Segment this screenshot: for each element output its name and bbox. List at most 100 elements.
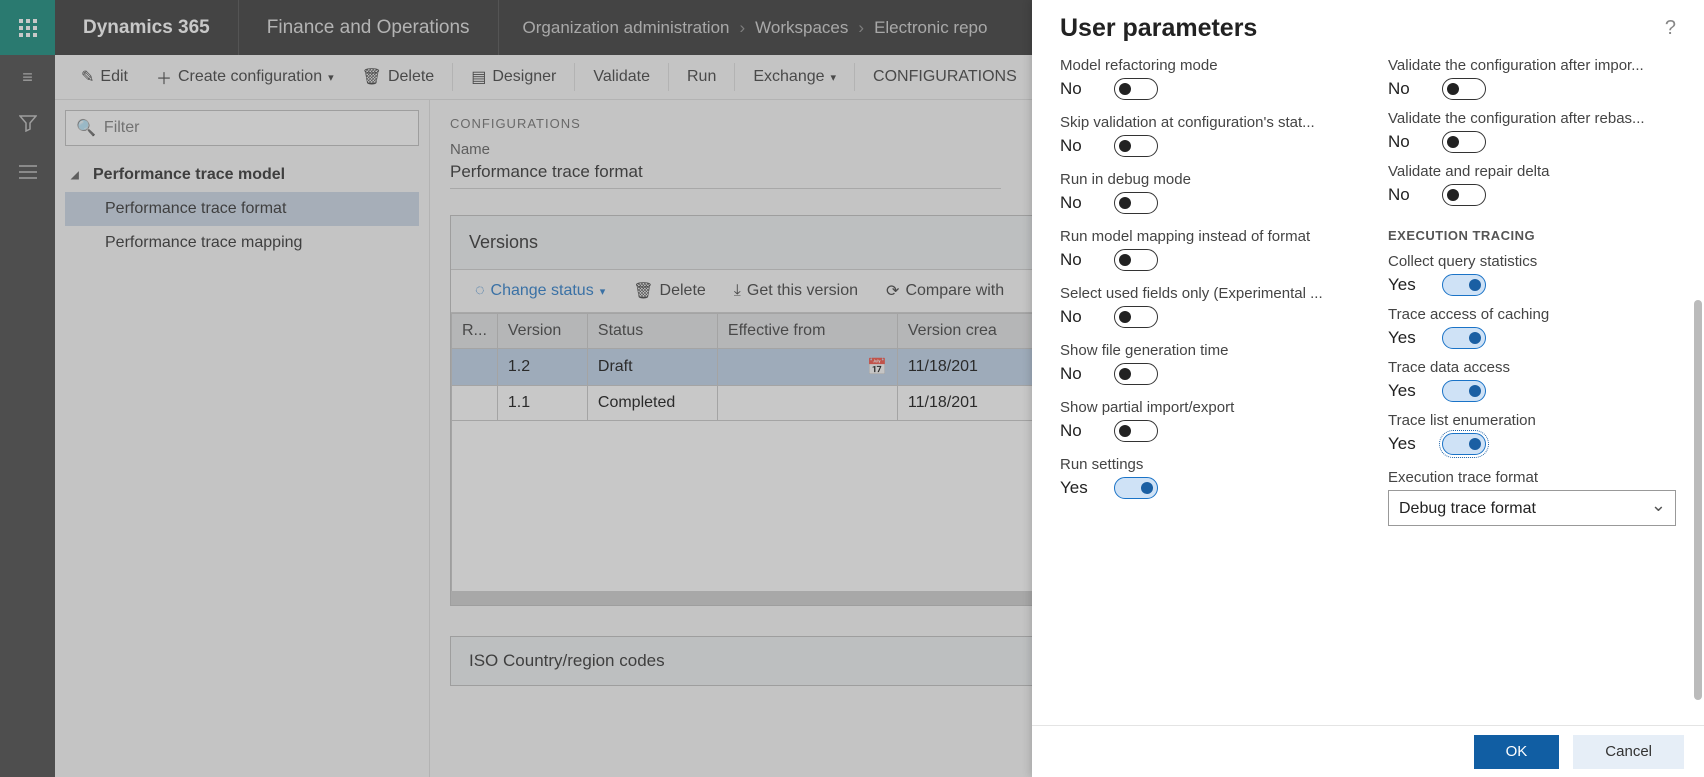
grid-col[interactable]: Status <box>587 314 717 349</box>
chevron-down-icon: ▾ <box>600 285 606 298</box>
validate-button[interactable]: Validate <box>579 55 664 100</box>
param-value: No <box>1060 307 1088 327</box>
calendar-icon: 📅 <box>867 359 887 376</box>
param: Select used fields only (Experimental ..… <box>1060 285 1348 328</box>
tree-item[interactable]: Performance trace mapping <box>65 226 419 260</box>
edit-button[interactable]: ✎Edit <box>67 55 142 100</box>
grid-col[interactable]: Version <box>497 314 587 349</box>
param-value: No <box>1060 364 1088 384</box>
param: Run settingsYes <box>1060 456 1348 499</box>
filter-icon[interactable] <box>19 114 37 137</box>
vertical-scrollbar[interactable] <box>1694 300 1702 700</box>
toggle[interactable] <box>1442 78 1486 100</box>
cell <box>452 349 498 386</box>
trash-icon: 🗑 <box>633 281 653 301</box>
param-label: Trace data access <box>1388 359 1676 376</box>
grid-col[interactable]: Effective from <box>717 314 897 349</box>
designer-icon: ▤ <box>471 67 486 87</box>
param-value: Yes <box>1388 328 1416 348</box>
param: Trace access of caching Yes <box>1388 306 1676 349</box>
list-icon[interactable] <box>19 163 37 184</box>
param: Validate the configuration after impor..… <box>1388 57 1676 100</box>
tree-item-selected[interactable]: Performance trace format <box>65 192 419 226</box>
designer-button[interactable]: ▤Designer <box>457 55 570 100</box>
toggle[interactable] <box>1442 184 1486 206</box>
param-label: Validate the configuration after rebas..… <box>1388 110 1676 127</box>
cell-calendar[interactable]: 📅 <box>717 349 897 386</box>
version-delete-button[interactable]: 🗑Delete <box>619 269 720 313</box>
help-icon[interactable]: ? <box>1665 17 1676 40</box>
configurations-button[interactable]: CONFIGURATIONS <box>859 55 1031 100</box>
field-name: Name Performance trace format <box>450 141 1001 189</box>
param-value: No <box>1060 421 1088 441</box>
chevron-down-icon: ◢ <box>71 170 83 181</box>
field-value[interactable]: Performance trace format <box>450 162 1001 189</box>
chevron-right-icon: › <box>858 18 864 38</box>
waffle-icon[interactable] <box>0 0 55 55</box>
toggle[interactable] <box>1442 327 1486 349</box>
delete-button[interactable]: 🗑Delete <box>348 55 449 100</box>
cell: Completed <box>587 386 717 421</box>
compare-button[interactable]: ⟳Compare with <box>872 269 1018 313</box>
toggle[interactable] <box>1442 433 1486 455</box>
plus-icon: ＋ <box>156 65 172 89</box>
toggle[interactable] <box>1442 274 1486 296</box>
create-config-button[interactable]: ＋Create configuration▾ <box>142 55 348 100</box>
param-value: Yes <box>1388 381 1416 401</box>
refresh-icon: ⟳ <box>886 281 899 301</box>
param-label: Run settings <box>1060 456 1348 473</box>
cell: Draft <box>587 349 717 386</box>
toggle[interactable] <box>1114 306 1158 328</box>
toggle[interactable] <box>1114 135 1158 157</box>
breadcrumb-item[interactable]: Electronic repo <box>874 18 987 38</box>
param: Show partial import/exportNo <box>1060 399 1348 442</box>
param-label: Collect query statistics <box>1388 253 1676 270</box>
param-value: Yes <box>1388 275 1416 295</box>
separator <box>734 63 735 91</box>
param-label: Trace access of caching <box>1388 306 1676 323</box>
toggle[interactable] <box>1442 380 1486 402</box>
param-value: No <box>1388 79 1416 99</box>
breadcrumb-item[interactable]: Organization administration <box>523 18 730 38</box>
param-value: No <box>1060 79 1088 99</box>
param: Validate and repair deltaNo <box>1388 163 1676 206</box>
run-button[interactable]: Run <box>673 55 730 100</box>
breadcrumb-item[interactable]: Workspaces <box>755 18 848 38</box>
toggle[interactable] <box>1114 477 1158 499</box>
filter-input[interactable] <box>104 119 408 137</box>
panel-footer: OK Cancel <box>1032 725 1704 777</box>
param: Show file generation time No <box>1060 342 1348 385</box>
tree-root[interactable]: ◢Performance trace model <box>65 158 419 192</box>
change-status-button[interactable]: ◌Change status▾ <box>461 269 619 313</box>
toggle[interactable] <box>1114 363 1158 385</box>
trace-format-select[interactable]: Debug trace format <box>1388 490 1676 526</box>
grid-col[interactable]: R... <box>452 314 498 349</box>
panel-body: Model refactoring modeNoSkip validation … <box>1032 47 1704 725</box>
ok-button[interactable]: OK <box>1474 735 1560 769</box>
execution-tracing-section: EXECUTION TRACING <box>1388 228 1676 243</box>
user-parameters-panel: User parameters ? Model refactoring mode… <box>1032 0 1704 777</box>
chevron-down-icon: ▾ <box>831 71 837 84</box>
get-version-button[interactable]: ⤓Get this version <box>720 269 872 313</box>
cell <box>452 386 498 421</box>
hamburger-icon[interactable]: ≡ <box>22 67 33 88</box>
exchange-button[interactable]: Exchange▾ <box>739 55 850 100</box>
param: Trace data access Yes <box>1388 359 1676 402</box>
toggle[interactable] <box>1442 131 1486 153</box>
param-value: No <box>1060 193 1088 213</box>
toggle[interactable] <box>1114 249 1158 271</box>
tree-pane: 🔍 ◢Performance trace model Performance t… <box>55 100 430 777</box>
toggle[interactable] <box>1114 78 1158 100</box>
chevron-right-icon: › <box>740 18 746 38</box>
param-value: No <box>1060 136 1088 156</box>
param-label: Show file generation time <box>1060 342 1348 359</box>
download-icon: ⤓ <box>734 282 741 300</box>
filter-box[interactable]: 🔍 <box>65 110 419 146</box>
toggle[interactable] <box>1114 192 1158 214</box>
chevron-down-icon: ▾ <box>328 71 334 84</box>
toggle[interactable] <box>1114 420 1158 442</box>
param: Run model mapping instead of formatNo <box>1060 228 1348 271</box>
param-label: Trace list enumeration <box>1388 412 1676 429</box>
cancel-button[interactable]: Cancel <box>1573 735 1684 769</box>
param: Trace list enumerationYes <box>1388 412 1676 455</box>
